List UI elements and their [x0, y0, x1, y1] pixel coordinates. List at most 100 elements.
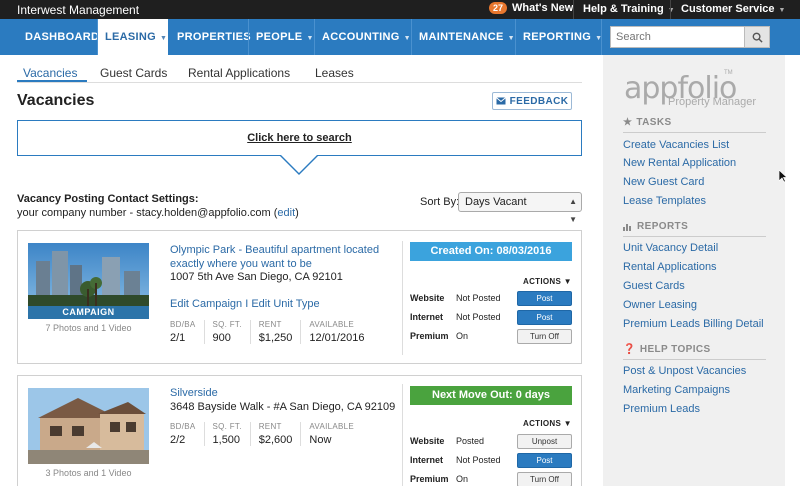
contact-edit-link[interactable]: edit [277, 207, 295, 219]
listing-photo[interactable]: CAMPAIGN [28, 243, 149, 319]
nav-dashboard[interactable]: DASHBOARD [25, 19, 99, 55]
actions-label: ACTIONS [523, 419, 562, 428]
turn-off-button[interactable]: Turn Off [517, 472, 572, 486]
chevron-down-icon: ▼ [306, 35, 314, 42]
photo-count: 3 Photos and 1 Video [45, 468, 132, 478]
task-create-vacancies-list[interactable]: Create Vacancies List [623, 139, 729, 151]
stat-rent: RENT $1,250 [249, 320, 301, 344]
channel-state: On [456, 474, 469, 484]
nav-label: LEASING [105, 31, 156, 43]
customer-service-menu[interactable]: Customer Service ▼ [681, 3, 785, 15]
stat-value: 2/2 [170, 434, 186, 446]
whats-new-link[interactable]: 27 What's New [489, 2, 573, 14]
nav-label: MAINTENANCE [419, 31, 504, 43]
contact-close-paren: ) [295, 207, 299, 219]
stat-available: AVAILABLE 12/01/2016 [300, 320, 372, 344]
actions-menu[interactable]: ACTIONS ▼ [523, 277, 572, 286]
card-divider [402, 241, 403, 355]
stat-value: $2,600 [258, 434, 293, 446]
help-marketing-campaigns[interactable]: Marketing Campaigns [623, 384, 730, 396]
stat-value: $1,250 [258, 332, 293, 344]
channel-row-website: Website Not Posted Post [410, 291, 572, 307]
report-rental-applications[interactable]: Rental Applications [623, 261, 717, 273]
tab-leases[interactable]: Leases [315, 66, 354, 80]
turn-off-button[interactable]: Turn Off [517, 329, 572, 344]
listing-stats: BD/BA 2/2 SQ. FT. 1,500 RENT $2,600 AVAILAB… [170, 422, 362, 446]
post-button[interactable]: Post [517, 291, 572, 306]
top-bar: Interwest Management 27 What's New Help … [0, 0, 800, 19]
actions-menu[interactable]: ACTIONS ▼ [523, 419, 572, 428]
company-name: Interwest Management [17, 3, 140, 17]
click-to-search-link[interactable]: Click here to search [18, 132, 581, 144]
photo-count: 7 Photos and 1 Video [45, 323, 132, 333]
listing-card: CAMPAIGN 7 Photos and 1 Video Olympic Pa… [17, 230, 582, 364]
search-input[interactable] [611, 27, 745, 47]
nav-label: PEOPLE [256, 31, 303, 43]
mouse-cursor-icon [779, 170, 788, 183]
feedback-label: FEEDBACK [509, 95, 569, 107]
nav-leasing[interactable]: LEASING ▼ [98, 19, 168, 55]
unpost-button[interactable]: Unpost [517, 434, 572, 449]
nav-label: ACCOUNTING [322, 31, 400, 43]
channel-name: Website [410, 436, 445, 446]
stat-available: AVAILABLE Now [300, 422, 362, 446]
whats-new-badge: 27 [489, 2, 508, 14]
topbar-divider [573, 0, 574, 19]
caret-down-icon: ▼ [563, 419, 572, 428]
tab-vacancies[interactable]: Vacancies [23, 66, 77, 80]
help-premium-leads[interactable]: Premium Leads [623, 403, 700, 415]
tab-rental-applications[interactable]: Rental Applications [188, 66, 290, 80]
task-new-guest-card[interactable]: New Guest Card [623, 176, 704, 188]
chevron-down-icon: ▼ [160, 35, 168, 42]
caret-down-icon: ▼ [563, 277, 572, 286]
nav-properties[interactable]: PROPERTIES [177, 19, 251, 55]
reports-heading: REPORTS [623, 221, 688, 232]
help-training-menu[interactable]: Help & Training ▼ [583, 3, 675, 15]
stat-label: SQ. FT. [212, 320, 242, 329]
channel-name: Premium [410, 474, 449, 484]
report-premium-leads-billing[interactable]: Premium Leads Billing Detail [623, 318, 764, 330]
report-owner-leasing[interactable]: Owner Leasing [623, 299, 697, 311]
channel-state: Not Posted [456, 455, 501, 465]
channel-state: Posted [456, 436, 485, 446]
task-new-rental-application[interactable]: New Rental Application [623, 157, 736, 169]
nav-maintenance[interactable]: MAINTENANCE ▼ [419, 19, 515, 55]
listing-title-link[interactable]: Olympic Park - Beautiful apartment locat… [170, 243, 380, 271]
sort-by-select[interactable]: Days Vacant ▲ ▼ [458, 192, 582, 224]
report-unit-vacancy-detail[interactable]: Unit Vacancy Detail [623, 242, 718, 254]
status-badge: Created On: 08/03/2016 [410, 242, 572, 261]
tab-guest-cards[interactable]: Guest Cards [100, 66, 167, 80]
nav-divider [601, 19, 602, 55]
post-button[interactable]: Post [517, 453, 572, 468]
main-nav: DASHBOARD LEASING ▼ PROPERTIES PEOPLE ▼ AC… [0, 19, 800, 55]
vacancy-search-panel: Click here to search [17, 120, 582, 156]
stat-label: SQ. FT. [212, 422, 242, 431]
nav-reporting[interactable]: REPORTING ▼ [523, 19, 602, 55]
task-lease-templates[interactable]: Lease Templates [623, 195, 706, 207]
stat-label: BD/BA [170, 320, 196, 329]
nav-accounting[interactable]: ACCOUNTING ▼ [322, 19, 411, 55]
feedback-button[interactable]: FEEDBACK [492, 92, 572, 110]
listing-photo[interactable] [28, 388, 149, 464]
report-guest-cards[interactable]: Guest Cards [623, 280, 685, 292]
stat-sqft: SQ. FT. 1,500 [203, 422, 250, 446]
help-post-unpost-vacancies[interactable]: Post & Unpost Vacancies [623, 365, 746, 377]
select-arrows-icon: ▲ ▼ [569, 197, 577, 224]
nav-people[interactable]: PEOPLE ▼ [256, 19, 314, 55]
channel-row-premium: Premium On Turn Off [410, 329, 572, 345]
listing-address: 1007 5th Ave San Diego, CA 92101 [170, 271, 343, 283]
star-icon: ★ [623, 117, 633, 128]
post-button[interactable]: Post [517, 310, 572, 325]
help-topics-title: HELP TOPICS [639, 344, 711, 355]
chevron-down-icon: ▼ [507, 35, 515, 42]
section-divider [623, 132, 766, 133]
edit-campaign-links[interactable]: Edit Campaign I Edit Unit Type [170, 298, 320, 310]
help-topics-heading: ❓ HELP TOPICS [623, 344, 711, 355]
nav-label: DASHBOARD [25, 31, 100, 43]
reports-title: REPORTS [637, 221, 689, 232]
nav-label: PROPERTIES [177, 31, 251, 43]
listing-title-link[interactable]: Silverside [170, 386, 380, 400]
logo-trademark: TM [724, 70, 733, 76]
campaign-badge: CAMPAIGN [28, 306, 149, 319]
search-button[interactable] [744, 27, 769, 47]
